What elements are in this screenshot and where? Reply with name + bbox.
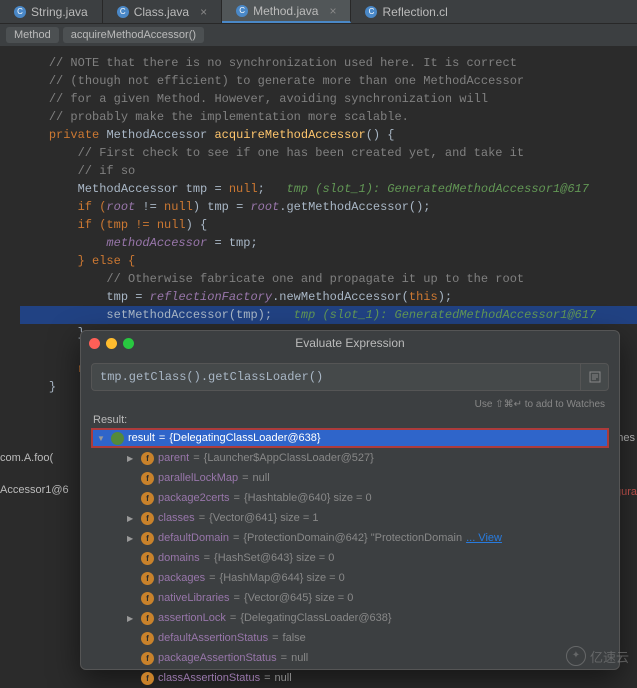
expression-row (91, 363, 609, 391)
field-value: null (291, 652, 308, 664)
breadcrumb-method[interactable]: acquireMethodAccessor() (63, 27, 204, 43)
field-value: {ProtectionDomain@642} "ProtectionDomain (243, 532, 462, 544)
editor-tabs: C String.java C Class.java × C Method.ja… (0, 0, 637, 24)
popup-title: Evaluate Expression (81, 336, 619, 350)
tab-label: Method.java (253, 4, 318, 18)
watermark: ✦ 亿速云 (566, 646, 629, 666)
frame-text: com.A.foo( (0, 452, 53, 464)
result-label: Result: (81, 410, 619, 428)
breadcrumb-class[interactable]: Method (6, 27, 59, 43)
tree-row[interactable]: fclasses = {Vector@641} size = 1 (91, 508, 609, 528)
tree-row[interactable]: fparent = {Launcher$AppClassLoader@527} (91, 448, 609, 468)
expand-icon[interactable] (127, 532, 137, 544)
field-value: {HashSet@643} size = 0 (214, 552, 334, 564)
breadcrumb: Method acquireMethodAccessor() (0, 24, 637, 46)
var-value: {DelegatingClassLoader@638} (169, 432, 320, 444)
tab-reflection[interactable]: C Reflection.cl (351, 0, 637, 23)
field-icon: f (141, 572, 154, 585)
field-name: packages (158, 572, 205, 584)
field-icon: f (141, 492, 154, 505)
view-link[interactable]: ... View (466, 532, 502, 544)
field-name: domains (158, 552, 200, 564)
field-icon: f (141, 612, 154, 625)
watermark-logo-icon: ✦ (566, 646, 586, 666)
tree-row[interactable]: fpackage2certs = {Hashtable@640} size = … (91, 488, 609, 508)
field-name: package2certs (158, 492, 230, 504)
tab-string[interactable]: C String.java (0, 0, 103, 23)
field-name: assertionLock (158, 612, 226, 624)
field-value: {Launcher$AppClassLoader@527} (204, 452, 374, 464)
field-name: parent (158, 452, 189, 464)
field-value: {Hashtable@640} size = 0 (244, 492, 372, 504)
field-icon: f (141, 472, 154, 485)
expand-icon[interactable] (127, 512, 137, 524)
field-value: null (253, 472, 270, 484)
tab-method[interactable]: C Method.java × (222, 0, 351, 23)
field-value: {DelegatingClassLoader@638} (240, 612, 391, 624)
tree-row[interactable]: fdefaultAssertionStatus = false (91, 628, 609, 648)
tab-class[interactable]: C Class.java × (103, 0, 222, 23)
field-icon: f (141, 552, 154, 565)
tab-label: String.java (31, 5, 88, 19)
expand-icon[interactable] (97, 432, 107, 444)
java-class-icon: C (365, 6, 377, 18)
tree-row[interactable]: fassertionLock = {DelegatingClassLoader@… (91, 608, 609, 628)
field-name: defaultAssertionStatus (158, 632, 268, 644)
field-value: {Vector@645} size = 0 (244, 592, 353, 604)
java-class-icon: C (236, 5, 248, 17)
field-icon: f (141, 672, 154, 685)
result-tree[interactable]: result = {DelegatingClassLoader@638} fpa… (91, 428, 609, 688)
field-name: packageAssertionStatus (158, 652, 277, 664)
field-value: {HashMap@644} size = 0 (220, 572, 345, 584)
object-icon (111, 432, 124, 445)
tab-label: Class.java (134, 5, 189, 19)
close-icon[interactable]: × (329, 4, 336, 18)
expand-icon[interactable] (127, 612, 137, 624)
evaluate-expression-dialog: Evaluate Expression Use ⇧⌘↵ to add to Wa… (80, 330, 620, 670)
tree-row[interactable]: fdomains = {HashSet@643} size = 0 (91, 548, 609, 568)
tree-row[interactable]: fnativeLibraries = {Vector@645} size = 0 (91, 588, 609, 608)
field-icon: f (141, 652, 154, 665)
field-name: nativeLibraries (158, 592, 230, 604)
field-icon: f (141, 452, 154, 465)
tree-row[interactable]: fclassAssertionStatus = null (91, 668, 609, 688)
expand-icon[interactable] (127, 452, 137, 464)
field-icon: f (141, 512, 154, 525)
tree-row[interactable]: fpackages = {HashMap@644} size = 0 (91, 568, 609, 588)
expression-input[interactable] (92, 364, 580, 390)
tab-label: Reflection.cl (382, 5, 447, 19)
tree-row[interactable]: fpackageAssertionStatus = null (91, 648, 609, 668)
field-name: classes (158, 512, 195, 524)
field-name: parallelLockMap (158, 472, 238, 484)
field-name: defaultDomain (158, 532, 229, 544)
field-icon: f (141, 632, 154, 645)
result-root-row[interactable]: result = {DelegatingClassLoader@638} (91, 428, 609, 448)
field-icon: f (141, 532, 154, 545)
close-icon[interactable]: × (200, 5, 207, 19)
java-class-icon: C (117, 6, 129, 18)
popup-titlebar[interactable]: Evaluate Expression (81, 331, 619, 355)
field-value: false (283, 632, 306, 644)
history-icon (588, 370, 602, 384)
field-value: {Vector@641} size = 1 (209, 512, 318, 524)
accessor-text: Accessor1@6 (0, 484, 69, 496)
field-value: null (275, 672, 292, 684)
field-icon: f (141, 592, 154, 605)
watermark-text: 亿速云 (590, 647, 629, 666)
tree-row[interactable]: fparallelLockMap = null (91, 468, 609, 488)
history-button[interactable] (580, 364, 608, 390)
java-class-icon: C (14, 6, 26, 18)
field-name: classAssertionStatus (158, 672, 260, 684)
shortcut-hint: Use ⇧⌘↵ to add to Watches (81, 399, 619, 410)
var-name: result (128, 432, 155, 444)
tree-row[interactable]: fdefaultDomain = {ProtectionDomain@642} … (91, 528, 609, 548)
